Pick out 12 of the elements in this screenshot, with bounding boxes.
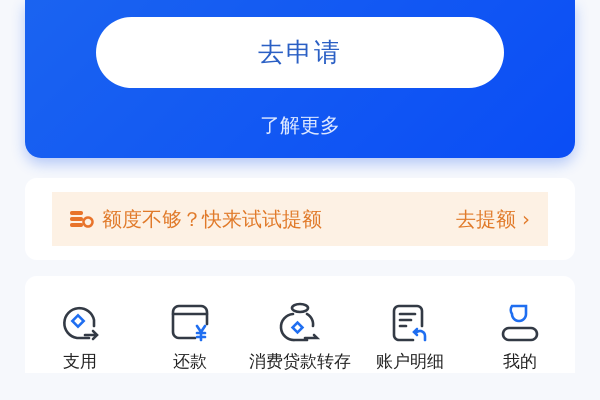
money-bag-icon [279,302,321,344]
shortcut-label[interactable]: 我的 [503,350,537,373]
coins-icon [70,210,94,228]
card-yen-icon [169,302,211,344]
shortcut-label[interactable]: 消费贷款转存 [249,350,351,373]
shortcut-label[interactable]: 还款 [173,350,207,373]
person-icon [499,302,541,344]
apply-button[interactable]: 去申请 [96,17,504,88]
learn-more-link[interactable]: 了解更多 [260,112,340,139]
banner-text: 额度不够？快来试试提额 [102,206,323,232]
shortcut-label[interactable]: 账户明细 [376,350,444,373]
shortcut-label[interactable]: 支用 [63,350,97,373]
